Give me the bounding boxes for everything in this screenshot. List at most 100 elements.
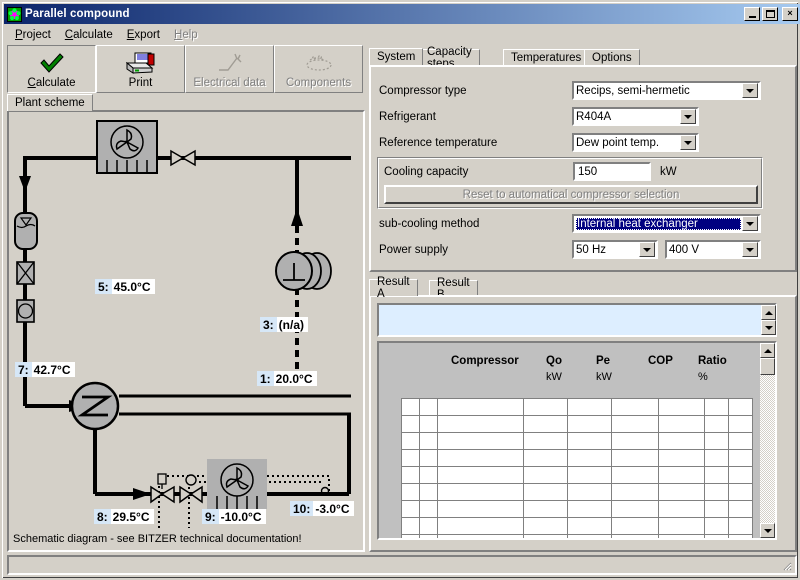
chevron-down-icon[interactable] xyxy=(639,242,655,257)
print-button[interactable]: Print xyxy=(96,45,185,93)
electrical-icon xyxy=(214,51,246,75)
tab-temperatures[interactable]: Temperatures xyxy=(503,49,590,65)
minimize-button[interactable] xyxy=(744,7,760,21)
electrical-data-button-label: Electrical data xyxy=(193,77,266,89)
close-button[interactable]: × xyxy=(782,7,798,21)
grid-scroll-thumb[interactable] xyxy=(760,358,775,375)
tab-capacity-steps[interactable]: Capacity steps xyxy=(419,46,480,70)
expansion-valve-2 xyxy=(179,474,203,504)
calculate-button-label: Calculate xyxy=(27,77,76,89)
menu-calculate[interactable]: Calculate xyxy=(58,28,120,42)
checkmark-icon xyxy=(36,51,68,75)
tab-plant-scheme[interactable]: Plant scheme xyxy=(7,94,93,111)
temp-label-5-value: 45.0°C xyxy=(111,279,155,294)
reset-auto-selection-label: Reset to automatical compressor selectio… xyxy=(462,188,680,201)
power-frequency-combo[interactable]: 50 Hz xyxy=(572,240,658,259)
grid-header-pe: Pe xyxy=(596,355,611,367)
status-bar xyxy=(7,555,797,575)
cooling-capacity-unit: kW xyxy=(660,166,677,178)
temp-label-10-number: 10: xyxy=(290,501,314,516)
components-button[interactable]: Components xyxy=(274,45,363,93)
electrical-data-button[interactable]: Electrical data xyxy=(185,45,274,93)
menu-help[interactable]: Help xyxy=(167,28,205,42)
subcooling-method-value: Internal heat exchanger xyxy=(576,217,741,230)
power-voltage-combo[interactable]: 400 V xyxy=(665,240,761,259)
chevron-down-icon[interactable] xyxy=(680,135,696,150)
chevron-down-icon[interactable] xyxy=(742,83,758,98)
cooling-capacity-label: Cooling capacity xyxy=(384,166,469,178)
resize-grip-icon[interactable] xyxy=(780,559,792,571)
temp-label-1-value: 20.0°C xyxy=(273,371,317,386)
chevron-down-icon[interactable] xyxy=(742,242,758,257)
tab-result-a-label: Result A xyxy=(377,276,410,300)
menu-export[interactable]: Export xyxy=(120,28,167,42)
power-frequency-value: 50 Hz xyxy=(576,243,607,256)
temp-label-3-number: 3: xyxy=(260,317,277,332)
grid-cells xyxy=(401,398,753,538)
temp-label-10: 10: -3.0°C xyxy=(290,501,354,516)
components-icon xyxy=(303,51,335,75)
temp-label-5-number: 5: xyxy=(95,279,112,294)
grid-scrollbar[interactable] xyxy=(760,343,775,538)
tab-options-label: Options xyxy=(592,51,632,64)
status-bar-text xyxy=(9,557,795,561)
results-summary-memo[interactable] xyxy=(377,303,777,337)
power-supply-label: Power supply xyxy=(379,244,449,256)
tab-system[interactable]: System xyxy=(369,48,424,65)
chevron-down-icon[interactable] xyxy=(742,216,758,231)
components-button-label: Components xyxy=(285,77,352,89)
tab-result-b[interactable]: Result B xyxy=(429,277,478,301)
close-icon: × xyxy=(787,7,793,18)
reference-temperature-label: Reference temperature xyxy=(379,137,498,149)
title-bar: Parallel compound × xyxy=(4,4,800,24)
system-tab-panel: Compressor type Recips, semi-hermetic Re… xyxy=(369,65,797,272)
temp-label-1-number: 1: xyxy=(257,371,274,386)
refrigerant-combo[interactable]: R404A xyxy=(572,107,699,126)
temp-label-8-value: 29.5°C xyxy=(110,509,154,524)
calculate-button[interactable]: Calculate xyxy=(7,45,96,93)
application-window: Parallel compound × Project Calculate Ex… xyxy=(0,0,800,580)
refrigerant-value: R404A xyxy=(576,110,612,123)
plant-scheme-panel: 5: 45.0°C 7: 42.7°C 3: (n/a) 1: 20.0°C 8… xyxy=(7,110,365,552)
cooling-capacity-input[interactable]: 150 xyxy=(573,162,651,181)
grid-header-qo: Qo xyxy=(546,355,562,367)
results-grid[interactable]: Compressor Qo Pe COP Ratio kW kW % xyxy=(377,341,777,540)
schematic-diagram: 5: 45.0°C 7: 42.7°C 3: (n/a) 1: 20.0°C 8… xyxy=(11,114,361,528)
temp-label-3-value: (n/a) xyxy=(276,317,309,332)
menu-project[interactable]: Project xyxy=(8,28,58,42)
power-voltage-value: 400 V xyxy=(669,243,700,256)
menu-bar: Project Calculate Export Help xyxy=(4,26,800,44)
subcooling-method-combo[interactable]: Internal heat exchanger xyxy=(572,214,761,233)
temp-label-7: 7: 42.7°C xyxy=(15,362,75,377)
grid-header-ratio: Ratio xyxy=(698,355,727,367)
temp-label-9: 9: -10.0°C xyxy=(202,509,266,524)
minimize-icon xyxy=(748,16,756,18)
memo-scrollbar[interactable] xyxy=(761,305,776,335)
internal-heat-exchanger xyxy=(70,381,120,431)
compressor-type-label: Compressor type xyxy=(379,85,467,97)
reference-temperature-combo[interactable]: Dew point temp. xyxy=(572,133,699,152)
tab-result-a[interactable]: Result A xyxy=(369,276,418,300)
reset-auto-selection-button[interactable]: Reset to automatical compressor selectio… xyxy=(384,185,758,204)
tab-options[interactable]: Options xyxy=(584,49,640,65)
shutoff-valve-discharge xyxy=(170,149,196,167)
tab-plant-scheme-label: Plant scheme xyxy=(15,97,85,109)
chevron-down-icon[interactable] xyxy=(680,109,696,124)
maximize-button[interactable] xyxy=(762,7,778,21)
condenser-with-fan xyxy=(96,120,158,174)
grid-scroll-up-button[interactable] xyxy=(760,343,775,358)
reference-temperature-value: Dew point temp. xyxy=(576,136,660,149)
temp-label-7-number: 7: xyxy=(15,362,32,377)
compressor-type-combo[interactable]: Recips, semi-hermetic xyxy=(572,81,761,100)
tab-system-label: System xyxy=(377,51,416,63)
grid-unit-qo: kW xyxy=(546,371,562,383)
memo-scroll-down-button[interactable] xyxy=(761,320,776,335)
compressor-type-value: Recips, semi-hermetic xyxy=(576,84,690,97)
temp-label-10-value: -3.0°C xyxy=(313,501,354,516)
window-title: Parallel compound xyxy=(25,8,130,20)
temp-label-9-value: -10.0°C xyxy=(218,509,266,524)
grid-scroll-down-button[interactable] xyxy=(760,523,775,538)
temp-label-8-number: 8: xyxy=(94,509,111,524)
memo-scroll-up-button[interactable] xyxy=(761,305,776,320)
liquid-receiver xyxy=(14,212,38,250)
